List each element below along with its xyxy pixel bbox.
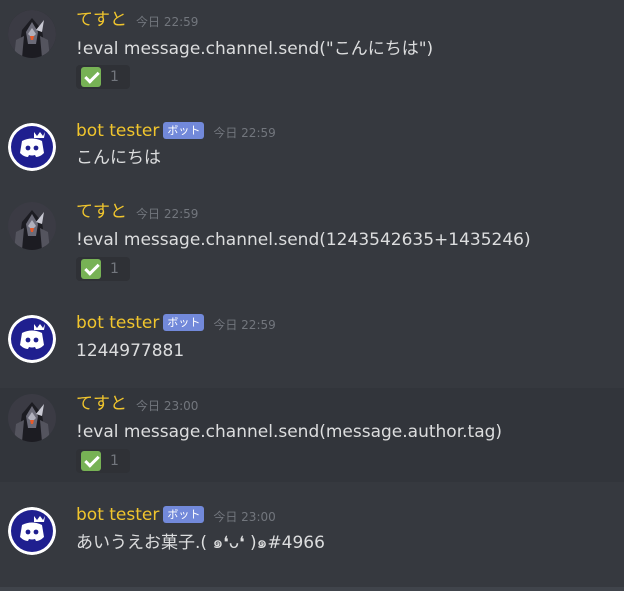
message-content: こんにちは bbox=[76, 148, 161, 168]
white-check-mark-icon bbox=[81, 67, 101, 87]
timestamp: 今日 22:59 bbox=[136, 207, 199, 221]
username[interactable]: bot tester bbox=[76, 312, 159, 334]
reaction-button[interactable]: 1 bbox=[76, 65, 130, 89]
message-item: bot tester ボット 今日 23:00 あいうえお菓子.( ๑❛ᴗ❛ )… bbox=[0, 494, 624, 584]
timestamp: 今日 22:59 bbox=[213, 318, 276, 332]
divider bbox=[0, 587, 624, 591]
reaction-count: 1 bbox=[110, 453, 119, 469]
timestamp: 今日 23:00 bbox=[136, 399, 199, 413]
message-content: !eval message.channel.send(message.autho… bbox=[76, 422, 503, 442]
timestamp: 今日 22:59 bbox=[213, 126, 276, 140]
discord-bot-avatar[interactable] bbox=[8, 507, 56, 555]
username[interactable]: bot tester bbox=[76, 120, 159, 142]
reaction-count: 1 bbox=[110, 261, 119, 277]
chat-message-list: てすと 今日 22:59 !eval message.channel.send(… bbox=[0, 0, 624, 591]
message-content: 1244977881 bbox=[76, 341, 185, 361]
dark-armored-character-avatar[interactable] bbox=[8, 202, 56, 250]
message-item: てすと 今日 22:59 !eval message.channel.send(… bbox=[0, 192, 624, 292]
message-item: てすと 今日 22:59 !eval message.channel.send(… bbox=[0, 0, 624, 100]
discord-bot-avatar[interactable] bbox=[8, 123, 56, 171]
reaction-count: 1 bbox=[110, 69, 119, 85]
reaction-button[interactable]: 1 bbox=[76, 257, 130, 281]
reaction-button[interactable]: 1 bbox=[76, 449, 130, 473]
message-content: !eval message.channel.send("こんにちは") bbox=[76, 39, 434, 59]
username[interactable]: てすと bbox=[76, 9, 127, 31]
message-item: bot tester ボット 今日 22:59 こんにちは bbox=[0, 110, 624, 190]
username[interactable]: てすと bbox=[76, 393, 127, 415]
white-check-mark-icon bbox=[81, 451, 101, 471]
username[interactable]: bot tester bbox=[76, 504, 159, 526]
timestamp: 今日 23:00 bbox=[213, 510, 276, 524]
timestamp: 今日 22:59 bbox=[136, 15, 199, 29]
dark-armored-character-avatar[interactable] bbox=[8, 394, 56, 442]
message-content: あいうえお菓子.( ๑❛ᴗ❛ )๑#4966 bbox=[76, 533, 325, 553]
message-item: てすと 今日 23:00 !eval message.channel.send(… bbox=[0, 388, 624, 482]
username[interactable]: てすと bbox=[76, 201, 127, 223]
discord-bot-avatar[interactable] bbox=[8, 315, 56, 363]
bot-tag: ボット bbox=[163, 121, 205, 139]
dark-armored-character-avatar[interactable] bbox=[8, 10, 56, 58]
bot-tag: ボット bbox=[163, 505, 205, 523]
white-check-mark-icon bbox=[81, 259, 101, 279]
bot-tag: ボット bbox=[163, 313, 205, 331]
message-item: bot tester ボット 今日 22:59 1244977881 bbox=[0, 302, 624, 382]
message-content: !eval message.channel.send(1243542635+14… bbox=[76, 230, 531, 250]
